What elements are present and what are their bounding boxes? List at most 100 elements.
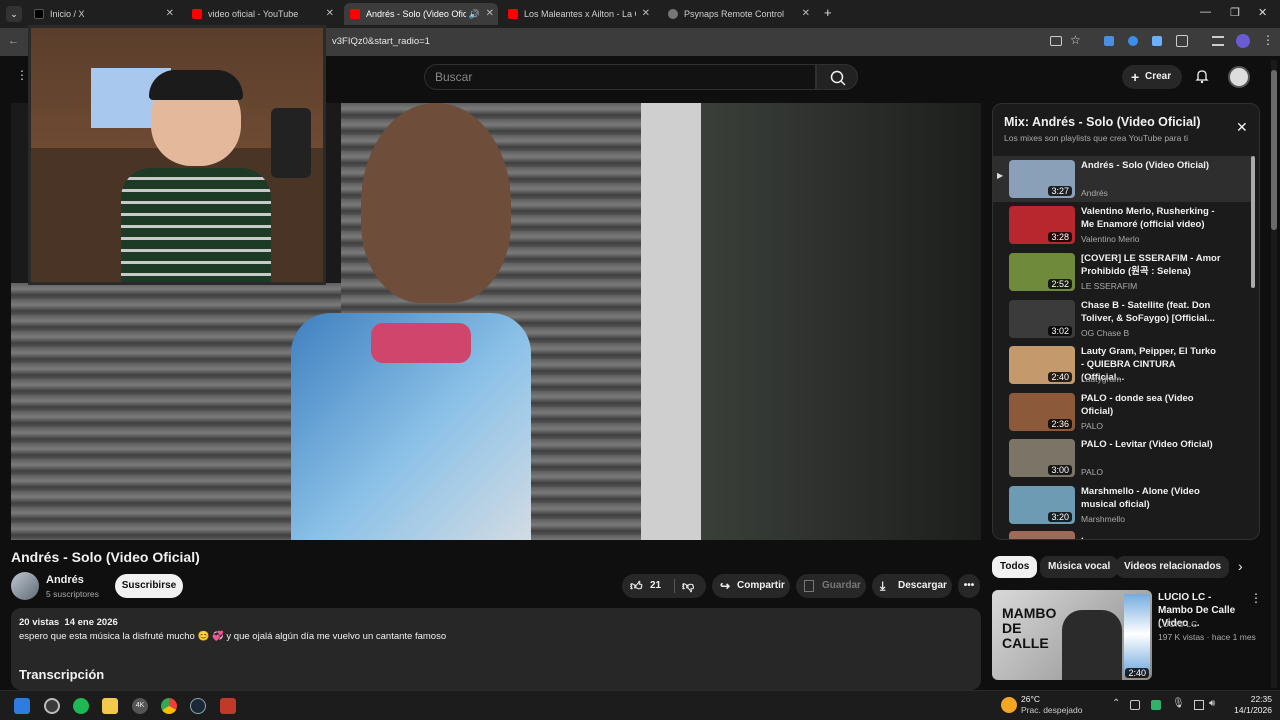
share-button[interactable]: ↪ Compartir [712,574,790,598]
playlist-thumbnail[interactable]: 3:27 [1009,160,1075,198]
recommended-channel[interactable]: LUCIO LC [1158,619,1197,629]
chevron-up-icon[interactable]: ⌃ [1112,698,1120,709]
playlist-item[interactable]: 2:40 Lauty Gram, Peipper, El Turko - QUIE… [993,342,1251,388]
new-tab-button[interactable]: + [824,5,832,20]
speaker-icon[interactable]: 🔊 [469,3,480,25]
channel-avatar[interactable] [11,572,39,600]
account-avatar[interactable] [1228,66,1250,88]
playlist-item[interactable]: 3:20 Marshmello - Alone (Video musical of… [993,482,1251,528]
like-count[interactable]: 21 [650,574,661,598]
playlist-item[interactable]: ▶ 3:27 Andrés - Solo (Video Oficial) Andrés [993,156,1251,202]
playlist-item[interactable]: 2:36 PALO - donde sea (Video Oficial) PALO [993,389,1251,435]
playlist-scrollbar[interactable] [1251,156,1255,288]
microphone-icon[interactable]: 🎙︎ [1172,698,1185,709]
page-scrollbar[interactable] [1271,60,1277,688]
chip-musica-vocal[interactable]: Música vocal [1040,556,1119,578]
tab-x[interactable]: Inicio / X ✕ [28,3,178,25]
close-tab-icon[interactable]: ✕ [802,3,810,25]
more-options-button[interactable]: ••• [958,574,980,598]
tab-list-icon[interactable]: ⌄ [6,6,22,22]
tray-icon[interactable] [1130,700,1140,710]
windows-start-icon[interactable] [14,698,30,714]
scrollbar-thumb[interactable] [1271,70,1277,230]
extension-icon[interactable] [1104,36,1114,46]
subscribe-button[interactable]: Suscribirse [115,574,183,598]
chip-todos[interactable]: Todos [992,556,1038,578]
tray-app-icon[interactable] [1151,700,1161,710]
playlist-item[interactable]: 3:02 Chase B - Satellite (feat. Don Toliv… [993,296,1251,342]
spotify-icon[interactable] [73,698,89,714]
recommended-thumbnail[interactable]: MAMBO DE CALLE 2:40 [992,590,1152,680]
playlist-item-title[interactable]: . [1081,530,1221,539]
extension-icon[interactable] [1128,36,1138,46]
app-icon[interactable] [220,698,236,714]
tab-youtube-search[interactable]: video oficial - YouTube ✕ [186,3,338,25]
close-playlist-icon[interactable]: ✕ [1236,119,1248,136]
steam-icon[interactable] [190,698,206,714]
more-actions-icon[interactable]: ⋮ [1250,591,1262,605]
close-tab-icon[interactable]: ✕ [326,3,334,25]
playlist-item[interactable]: 3:28 Valentino Merlo, Rusherking - Me Ena… [993,202,1251,248]
profile-avatar-icon[interactable] [1236,34,1250,48]
translate-icon[interactable] [1152,36,1162,46]
weather-text[interactable]: Prac. despejado [1021,705,1082,715]
clock-time[interactable]: 22:35 [1232,694,1272,704]
close-tab-icon[interactable]: ✕ [166,3,174,25]
playlist-thumbnail[interactable]: 2:36 [1009,393,1075,431]
create-button[interactable]: + Crear [1122,65,1182,89]
chrome-icon[interactable] [161,698,177,714]
playlist-item-title[interactable]: [COVER] LE SSERAFIM - Amor Prohibido (원곡… [1081,252,1221,278]
playlist-thumbnail[interactable]: 2:52 [1009,253,1075,291]
playlist-thumbnail[interactable]: 3:28 [1009,206,1075,244]
search-input[interactable]: Buscar [424,64,816,90]
playlist-item-title[interactable]: Chase B - Satellite (feat. Don Toliver, … [1081,299,1221,325]
playlist-thumbnail[interactable]: 2:40 [1009,346,1075,384]
thumbs-up-icon[interactable]: 👍︎ [630,574,643,598]
restore-button[interactable]: ❐ [1230,6,1240,19]
volume-icon[interactable]: 🔊︎ [1209,698,1215,709]
weather-sun-icon[interactable] [1001,697,1017,713]
minimize-button[interactable]: — [1200,6,1211,18]
menu-dots-icon[interactable]: ⋮ [16,68,28,82]
playlist-item-title[interactable]: Marshmello - Alone (Video musical oficia… [1081,485,1221,511]
playlist-item-title[interactable]: Andrés - Solo (Video Oficial) [1081,159,1221,172]
file-explorer-icon[interactable] [102,698,118,714]
tab-active-video[interactable]: Andrés - Solo (Video Oficial) 🔊 ✕ [344,3,498,25]
channel-name[interactable]: Andrés [46,574,84,586]
playlist-item-title[interactable]: PALO - donde sea (Video Oficial) [1081,392,1221,418]
4k-downloader-icon[interactable]: 4K [132,698,148,714]
close-tab-icon[interactable]: ✕ [486,3,494,25]
playlist-thumbnail[interactable]: 3:00 [1009,439,1075,477]
close-window-button[interactable]: ✕ [1258,6,1267,19]
chip-videos-relacionados[interactable]: Videos relacionados [1116,556,1230,578]
back-arrow-icon[interactable]: ← [8,35,19,47]
playlist-item[interactable]: 2:52 [COVER] LE SSERAFIM - Amor Prohibido… [993,249,1251,295]
cast-icon[interactable] [1050,36,1062,46]
chevron-right-icon[interactable]: › [1238,558,1243,574]
download-button[interactable]: ⤓ Descargar [872,574,952,598]
clock-date[interactable]: 14/1/2026 [1222,705,1272,715]
playlist-item-title[interactable]: PALO - Levitar (Video Oficial) [1081,438,1221,451]
notifications-bell-icon[interactable] [1194,68,1210,84]
save-button[interactable]: Guardar [796,574,866,598]
tab-maleantes[interactable]: Los Maleantes x Ailton - La Gorda ✕ [502,3,654,25]
playlist-item[interactable]: 3:00 PALO - Levitar (Video Oficial) PALO [993,435,1251,481]
settings-gear-icon[interactable] [44,698,60,714]
playlist-thumbnail[interactable]: 3:20 [1009,486,1075,524]
close-tab-icon[interactable]: ✕ [642,3,650,25]
reading-list-icon[interactable] [1212,36,1224,46]
playlist-thumbnail[interactable] [1009,531,1075,539]
tab-psynaps[interactable]: Psynaps Remote Control ✕ [662,3,814,25]
bookmark-star-icon[interactable]: ☆ [1070,33,1081,47]
playlist-thumbnail[interactable]: 3:02 [1009,300,1075,338]
display-icon[interactable] [1194,700,1204,710]
puzzle-extensions-icon[interactable] [1176,35,1188,47]
playlist-item[interactable]: . [993,527,1251,539]
weather-temp[interactable]: 26°C [1021,694,1040,704]
url-field[interactable]: v3FIQz0&start_radio=1 [332,32,1072,52]
thumbs-down-icon[interactable]: 👎︎ [682,574,694,598]
search-button[interactable] [816,64,858,90]
description-box[interactable]: 20 vistas 14 ene 2026 espero que esta mú… [11,608,981,690]
playlist-item-title[interactable]: Valentino Merlo, Rusherking - Me Enamoré… [1081,205,1221,231]
browser-menu-icon[interactable]: ⋮ [1262,33,1274,47]
